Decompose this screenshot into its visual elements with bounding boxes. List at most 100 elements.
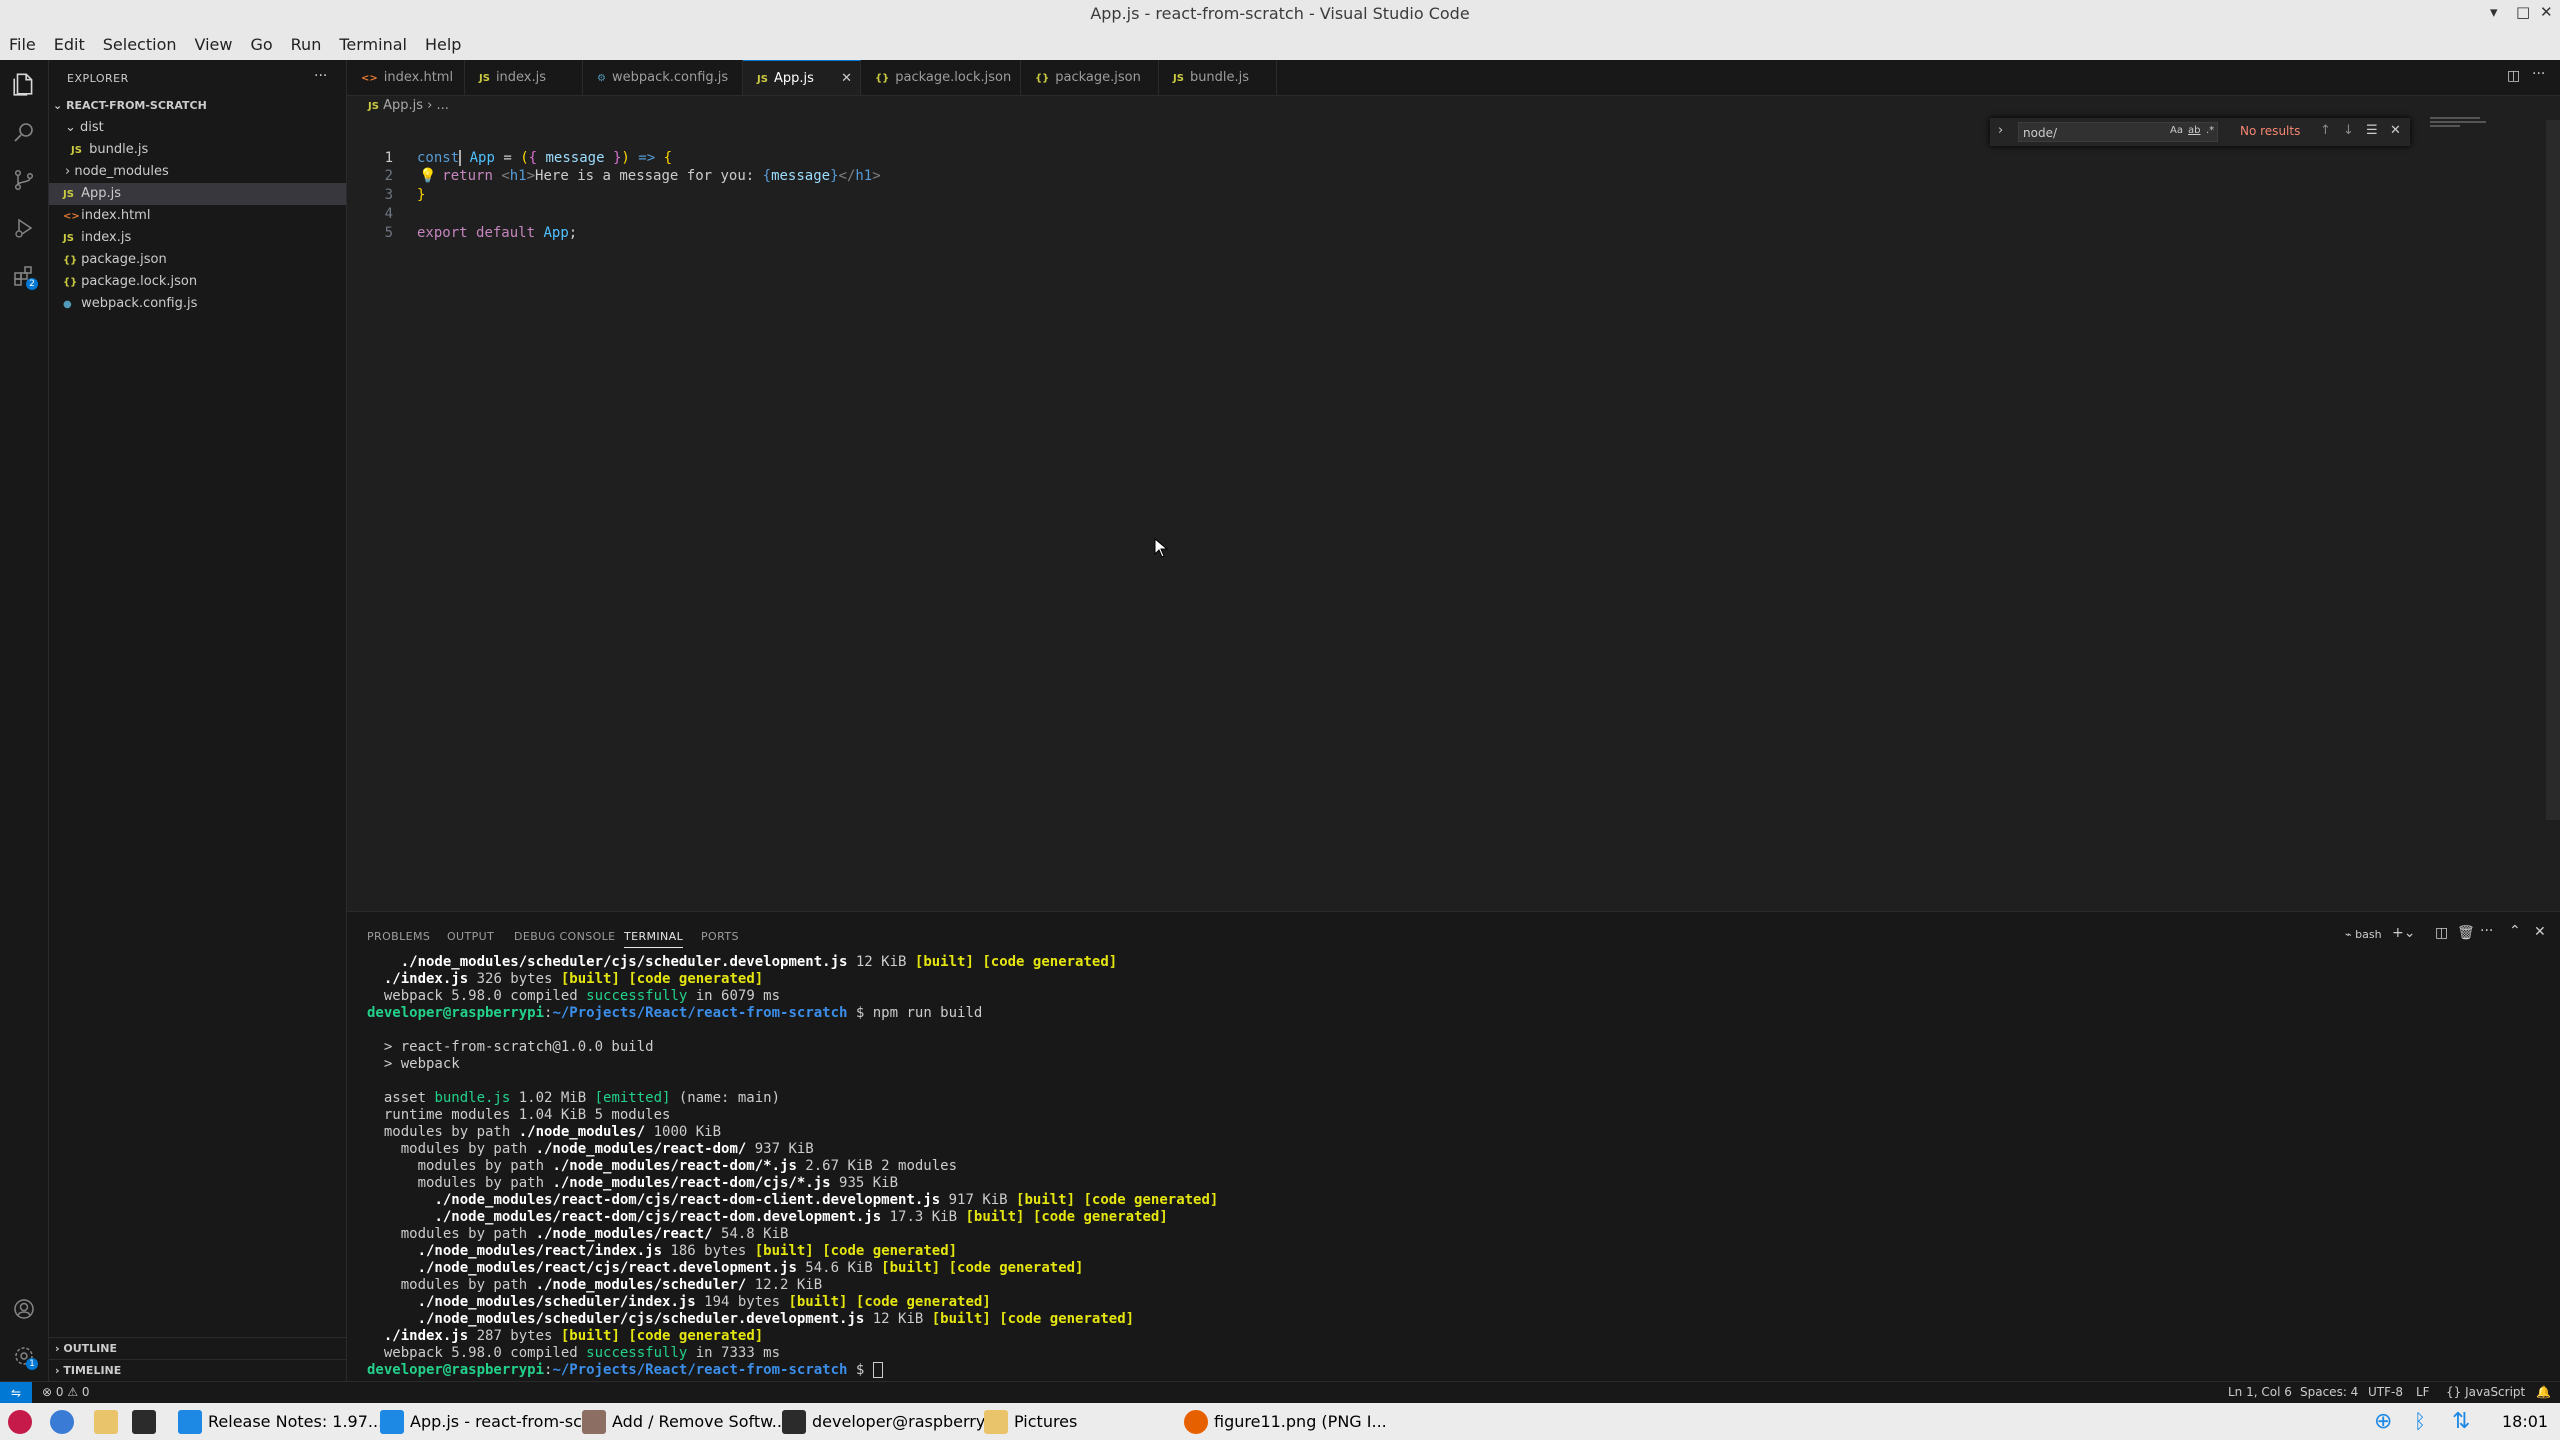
panel-tab-output[interactable]: OUTPUT: [447, 930, 494, 943]
split-editor-icon[interactable]: ◫: [2507, 68, 2520, 84]
tab-index-js[interactable]: JS index.js: [465, 60, 583, 95]
chevron-right-icon: ›: [55, 1342, 60, 1355]
taskbar-release-notes[interactable]: Release Notes: 1.97...: [178, 1406, 383, 1437]
extensions-icon[interactable]: 2: [8, 260, 40, 292]
tree-item-package-json[interactable]: {} package.json: [49, 249, 346, 271]
menu-go[interactable]: Go: [241, 35, 281, 54]
file-manager-icon[interactable]: [94, 1406, 124, 1437]
menu-file[interactable]: File: [0, 35, 45, 54]
network-icon[interactable]: ⇅: [2452, 1406, 2470, 1437]
more-actions-icon[interactable]: ···: [2480, 923, 2493, 939]
new-terminal-icon[interactable]: +⌄: [2392, 925, 2415, 941]
tree-item-dist[interactable]: ⌄ dist: [49, 117, 346, 139]
find-in-selection-icon[interactable]: ☰: [2366, 123, 2378, 138]
indentation[interactable]: Spaces: 4: [2300, 1385, 2358, 1399]
download-icon[interactable]: ⊕: [2374, 1406, 2392, 1437]
terminal-line: ./index.js 326 bytes [built] [code gener…: [383, 971, 764, 987]
bluetooth-icon[interactable]: ᛒ: [2414, 1406, 2426, 1437]
account-icon[interactable]: [8, 1293, 40, 1325]
timeline-section[interactable]: › TIMELINE: [49, 1359, 346, 1382]
browser-icon[interactable]: [50, 1406, 80, 1437]
outline-section[interactable]: › OUTLINE: [49, 1337, 346, 1360]
tree-item-webpack-config[interactable]: ● webpack.config.js: [49, 293, 346, 315]
tab-package-lock-json[interactable]: {} package.lock.json: [861, 60, 1021, 95]
line-number: 1: [384, 150, 393, 166]
tree-item-index-js[interactable]: JS index.js: [49, 227, 346, 249]
panel-tab-terminal[interactable]: TERMINAL: [624, 930, 684, 948]
panel-tab-problems[interactable]: PROBLEMS: [367, 930, 430, 943]
regex-icon[interactable]: .*: [2206, 125, 2214, 136]
panel-tab-debug-console[interactable]: DEBUG CONSOLE: [514, 930, 616, 943]
settings-gear-icon[interactable]: 1: [8, 1340, 40, 1372]
previous-match-icon[interactable]: ↑: [2320, 123, 2331, 138]
toggle-replace-icon[interactable]: ›: [1998, 123, 2003, 138]
more-actions-icon[interactable]: ···: [314, 68, 327, 84]
close-window-icon[interactable]: ✕: [2540, 3, 2553, 21]
explorer-icon[interactable]: [8, 68, 40, 100]
breadcrumb-symbol[interactable]: ...: [436, 98, 448, 113]
tab-bundle-js[interactable]: JS bundle.js: [1159, 60, 1277, 95]
cursor-position[interactable]: Ln 1, Col 6: [2228, 1385, 2292, 1399]
menu-terminal[interactable]: Terminal: [330, 35, 416, 54]
end-of-line[interactable]: LF: [2416, 1385, 2430, 1399]
tree-item-app-js[interactable]: JS App.js: [49, 183, 346, 205]
menu-edit[interactable]: Edit: [45, 35, 94, 54]
project-folder[interactable]: ⌄ REACT-FROM-SCRATCH: [49, 95, 346, 117]
tab-webpack-config[interactable]: ⚙ webpack.config.js: [583, 60, 743, 95]
search-icon[interactable]: [8, 116, 40, 148]
taskbar-terminal[interactable]: developer@raspberry...: [782, 1406, 998, 1437]
gear-file-icon: ⚙: [597, 73, 606, 84]
breadcrumb-file[interactable]: App.js: [383, 98, 423, 113]
raspberry-menu-icon[interactable]: [8, 1406, 38, 1437]
whole-word-icon[interactable]: ab: [2188, 125, 2200, 136]
kill-terminal-icon[interactable]: 🗑: [2457, 925, 2475, 941]
taskbar-vscode-app-js[interactable]: App.js - react-from-sc...: [380, 1406, 597, 1437]
text-cursor: [459, 150, 462, 166]
terminal-line: modules by path ./node_modules/react-dom…: [367, 1175, 899, 1191]
language-mode[interactable]: {} JavaScript: [2446, 1385, 2525, 1399]
notifications-icon[interactable]: 🔔: [2536, 1385, 2551, 1399]
remote-icon[interactable]: ⇋: [0, 1382, 32, 1404]
clock[interactable]: 18:01: [2502, 1406, 2548, 1437]
chevron-right-icon: ›: [55, 1364, 60, 1377]
terminal-icon[interactable]: [132, 1406, 162, 1437]
code-editor[interactable]: 1 2 3 4 5 const App = ({ message }) => {…: [347, 120, 2547, 910]
split-terminal-icon[interactable]: ◫: [2435, 925, 2448, 941]
terminal-output[interactable]: ./node_modules/scheduler/cjs/scheduler.d…: [367, 954, 1218, 1379]
terminal-shell-label[interactable]: ⌁ bash: [2345, 928, 2382, 941]
tree-item-bundle-js[interactable]: JS bundle.js: [49, 139, 346, 161]
terminal-line: ./node_modules/scheduler/index.js 194 by…: [417, 1294, 991, 1310]
close-tab-icon[interactable]: ✕: [841, 61, 852, 96]
close-find-icon[interactable]: ✕: [2390, 123, 2401, 138]
minimize-icon[interactable]: ▾: [2490, 3, 2498, 21]
tree-item-package-lock-json[interactable]: {} package.lock.json: [49, 271, 346, 293]
close-panel-icon[interactable]: ✕: [2534, 924, 2546, 940]
tab-package-json[interactable]: {} package.json: [1021, 60, 1159, 95]
minimap[interactable]: [2430, 115, 2490, 127]
tab-index-html[interactable]: <> index.html: [347, 60, 465, 95]
maximize-panel-icon[interactable]: ⌃: [2509, 923, 2521, 939]
editor-scrollbar[interactable]: [2546, 120, 2560, 820]
taskbar-pictures[interactable]: Pictures: [984, 1406, 1077, 1437]
maximize-icon[interactable]: □: [2516, 3, 2530, 21]
terminal-line: webpack 5.98.0 compiled successfully in …: [367, 988, 781, 1004]
more-actions-icon[interactable]: ···: [2532, 66, 2545, 82]
taskbar-add-remove-software[interactable]: Add / Remove Softw...: [582, 1406, 787, 1437]
match-case-icon[interactable]: Aa: [2170, 125, 2183, 136]
json-file-icon: {}: [875, 73, 890, 84]
encoding[interactable]: UTF-8: [2368, 1385, 2403, 1399]
next-match-icon[interactable]: ↓: [2343, 123, 2354, 138]
menu-view[interactable]: View: [186, 35, 242, 54]
taskbar-figure-png[interactable]: figure11.png (PNG I...: [1184, 1406, 1387, 1437]
tree-item-node-modules[interactable]: › node_modules: [49, 161, 346, 183]
menu-help[interactable]: Help: [416, 35, 470, 54]
problems-indicator[interactable]: ⊗ 0 ⚠ 0: [42, 1385, 90, 1399]
tab-label: package.lock.json: [895, 70, 1012, 85]
tree-item-index-html[interactable]: <> index.html: [49, 205, 346, 227]
run-debug-icon[interactable]: [8, 212, 40, 244]
source-control-icon[interactable]: [8, 164, 40, 196]
panel-tab-ports[interactable]: PORTS: [701, 930, 739, 943]
menu-selection[interactable]: Selection: [94, 35, 186, 54]
menu-run[interactable]: Run: [282, 35, 331, 54]
tab-app-js[interactable]: JS App.js ✕: [743, 60, 861, 95]
